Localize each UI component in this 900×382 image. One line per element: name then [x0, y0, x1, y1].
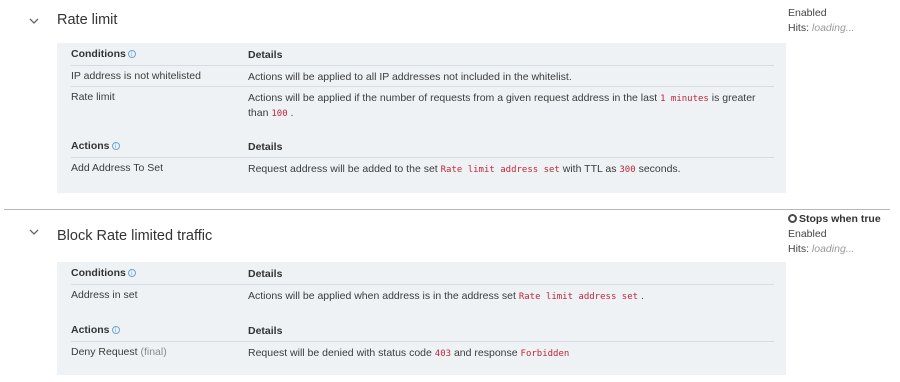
stop-circle-icon: [788, 214, 797, 223]
details-header: Details: [248, 268, 283, 280]
condition-detail: Actions will be applied if the number of…: [248, 92, 756, 119]
rule-separator: [4, 209, 890, 210]
final-tag: (final): [140, 346, 167, 358]
action-detail: Request address will be added to the set…: [248, 163, 681, 175]
hits-line: Hits: loading...: [788, 22, 855, 34]
hits-line: Hits: loading...: [788, 243, 881, 255]
chevron-down-icon[interactable]: [29, 16, 39, 26]
info-icon[interactable]: i: [111, 142, 120, 150]
code-value: 300: [619, 165, 636, 175]
actions-header: Actions i: [71, 140, 120, 152]
condition-detail: Actions will be applied to all IP addres…: [248, 71, 572, 83]
condition-name: Address in set: [71, 289, 138, 301]
rule-status-panel: Stops when true Enabled Hits: loading...: [788, 213, 881, 255]
details-header: Details: [248, 49, 283, 61]
action-name: Add Address To Set: [71, 162, 164, 174]
action-name: Deny Request (final): [71, 346, 167, 358]
code-value: 1 minutes: [660, 94, 709, 104]
status-text: Enabled: [788, 7, 827, 19]
conditions-header: Conditions i: [71, 48, 136, 60]
status-text: Enabled: [788, 228, 827, 240]
hits-label: Hits:: [788, 22, 809, 34]
info-icon[interactable]: i: [111, 326, 120, 334]
chevron-down-icon[interactable]: [29, 227, 39, 237]
actions-header: Actions i: [71, 324, 120, 336]
condition-name: Rate limit: [71, 91, 115, 103]
conditions-header: Conditions i: [71, 267, 136, 279]
condition-detail: Actions will be applied when address is …: [248, 290, 644, 302]
code-value: Rate limit address set: [518, 292, 639, 302]
action-detail: Request will be denied with status code …: [248, 347, 570, 359]
stops-when-true: Stops when true: [788, 213, 881, 225]
details-header: Details: [248, 141, 283, 153]
condition-name: IP address is not whitelisted: [71, 70, 201, 82]
details-header: Details: [248, 325, 283, 337]
rule-title: Block Rate limited traffic: [57, 228, 213, 244]
hits-label: Hits:: [788, 243, 809, 255]
code-value: Forbidden: [520, 349, 570, 359]
rule-details-panel: Conditions i Details IP address is not wh…: [57, 43, 786, 193]
code-value: 100: [271, 109, 288, 119]
rule-status-panel: Enabled Hits: loading...: [788, 7, 855, 34]
hits-value: loading...: [811, 243, 855, 255]
info-icon[interactable]: i: [127, 269, 136, 277]
rule-title: Rate limit: [57, 12, 118, 28]
code-value: 403: [434, 349, 452, 359]
rule-details-panel: Conditions i Details Address in set Actio…: [57, 262, 786, 375]
info-icon[interactable]: i: [127, 50, 136, 58]
hits-value: loading...: [811, 22, 855, 34]
code-value: Rate limit address set: [440, 165, 560, 175]
